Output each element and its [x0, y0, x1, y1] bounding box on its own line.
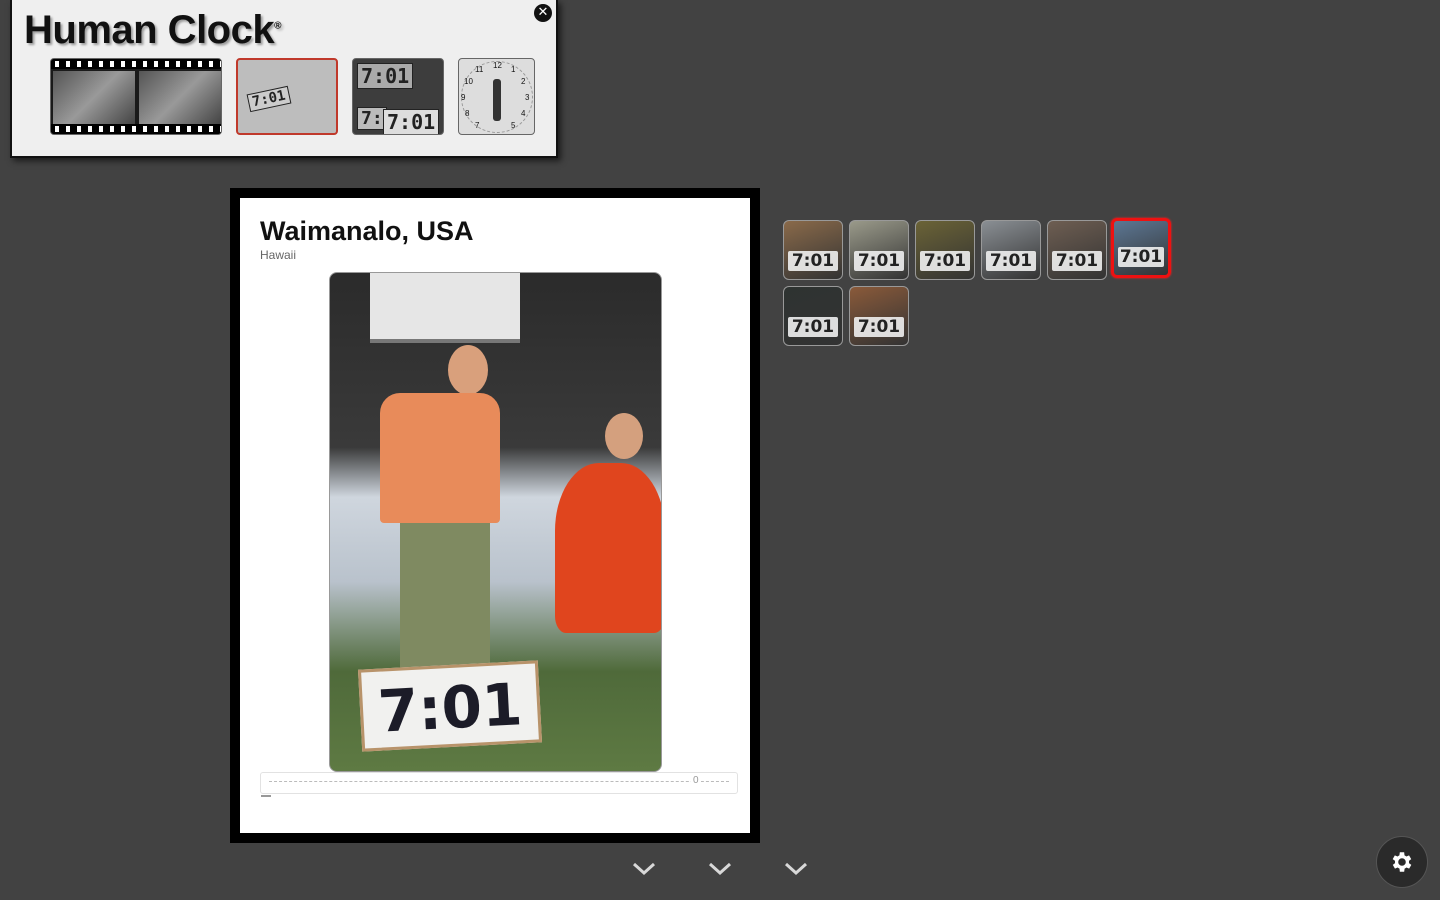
clock-face-app-thumb[interactable]: 12 1 2 3 4 5 7 8 9 10 11	[458, 58, 535, 135]
clock-number: 5	[511, 121, 516, 130]
clock-number: 9	[461, 93, 466, 102]
film-holes-bottom	[51, 124, 221, 134]
time-sign: 7:01	[357, 660, 543, 752]
clock-number: 11	[475, 65, 484, 74]
film-frame	[139, 71, 221, 124]
photo-window	[370, 273, 520, 343]
location-region: Hawaii	[260, 248, 297, 262]
brand-panel: Human Clock® ✕ 7:01 7:01 7: 7:01 12 1 2 …	[10, 0, 558, 158]
thumbnail-label: 7:01	[854, 317, 904, 337]
thumbnail-label: 7:01	[986, 251, 1036, 271]
registered-mark: ®	[274, 20, 281, 32]
thumbnail-selected[interactable]: 7:01	[1111, 218, 1171, 278]
chevron-down-icon[interactable]	[782, 856, 810, 880]
thumbnail[interactable]: 7:01	[981, 220, 1041, 280]
thumbnail-label: 7:01	[1052, 251, 1102, 271]
thumbnail[interactable]: 7:01	[915, 220, 975, 280]
clock-number: 8	[465, 109, 470, 118]
chevron-down-icon[interactable]	[706, 856, 734, 880]
gear-icon	[1392, 852, 1412, 872]
thumbnail[interactable]: 7:01	[783, 220, 843, 280]
film-holes-top	[51, 59, 221, 69]
woman-head	[605, 413, 643, 459]
film-strip-app-thumb[interactable]	[50, 58, 222, 135]
man-head	[448, 345, 488, 395]
clock-number: 4	[521, 109, 526, 118]
photo-card: Waimanalo, USA Hawaii 7:01 0	[230, 188, 760, 843]
brand-title[interactable]: Human Clock®	[24, 8, 281, 53]
clock-number: 12	[493, 61, 502, 70]
thumbnail-label: 7:01	[1118, 247, 1164, 267]
collage-label: 7:01	[357, 63, 414, 89]
collage-label: 7:01	[383, 109, 440, 134]
thumbnail-label: 7:01	[788, 317, 838, 337]
progress-dash	[269, 781, 729, 782]
standing-figure	[493, 79, 501, 121]
thumbnail[interactable]: 7:01	[1047, 220, 1107, 280]
main-photo[interactable]: 7:01	[329, 272, 662, 772]
close-icon[interactable]: ✕	[534, 4, 552, 22]
photo-app-thumb[interactable]: 7:01	[236, 58, 338, 135]
progress-label: 0	[691, 775, 701, 786]
clock-number: 1	[511, 65, 516, 74]
thumbnail-label: 7:01	[788, 251, 838, 271]
photo-thumb-label: 7:01	[246, 85, 292, 113]
progress-track[interactable]: 0	[260, 772, 738, 797]
thumbnail-label: 7:01	[854, 251, 904, 271]
chevron-down-icon[interactable]	[630, 856, 658, 880]
thumbnail[interactable]: 7:01	[849, 286, 909, 346]
clock-number: 2	[521, 77, 526, 86]
woman-dress	[555, 463, 661, 633]
thumbnail[interactable]: 7:01	[849, 220, 909, 280]
location-title: Waimanalo, USA	[260, 216, 474, 246]
thumbnail[interactable]: 7:01	[783, 286, 843, 346]
photo-card-inner: Waimanalo, USA Hawaii 7:01 0	[240, 198, 750, 833]
man-shirt	[380, 393, 500, 523]
man-pants	[400, 523, 490, 668]
settings-button[interactable]	[1376, 836, 1428, 888]
thumbnail-label: 7:01	[920, 251, 970, 271]
clock-number: 3	[525, 93, 530, 102]
film-frame	[53, 71, 135, 124]
progress-fill	[261, 795, 271, 797]
clock-number: 7	[475, 121, 480, 130]
clock-number: 10	[464, 77, 473, 86]
collage-app-thumb[interactable]: 7:01 7: 7:01	[352, 58, 444, 135]
